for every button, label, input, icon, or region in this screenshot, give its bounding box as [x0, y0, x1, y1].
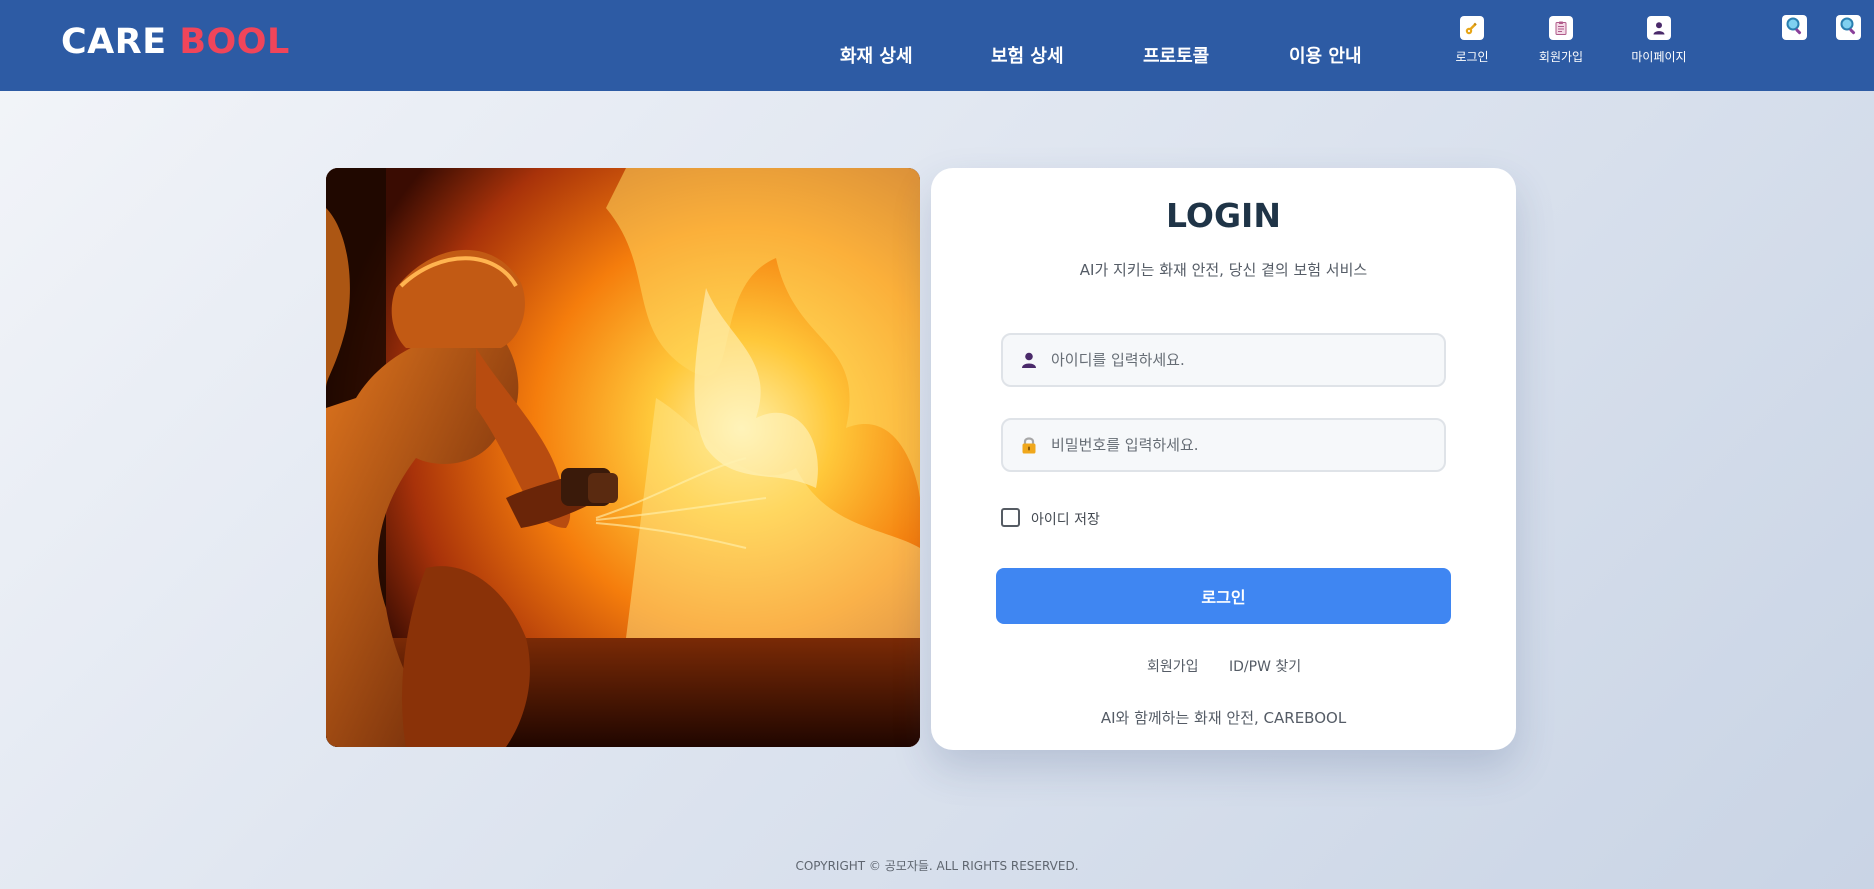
header-login-link[interactable]: 로그인 [1427, 16, 1517, 72]
user-icon [1647, 16, 1671, 40]
header-mypage-label: 마이페이지 [1631, 50, 1687, 64]
login-subtitle: AI가 지키는 화재 안전, 당신 곁의 보험 서비스 [1079, 261, 1368, 279]
magnifier-icon [1785, 16, 1805, 40]
nav-protocol[interactable]: 프로토콜 [1143, 42, 1209, 68]
nav-insurance-details[interactable]: 보험 상세 [991, 42, 1064, 68]
site-logo[interactable]: CARE BOOL [61, 22, 290, 62]
lock-icon [1019, 435, 1039, 455]
header-login-label: 로그인 [1455, 50, 1489, 64]
login-title: LOGIN [1166, 196, 1281, 235]
header-signup-link[interactable]: 회원가입 [1516, 16, 1606, 72]
firefighter-illustration [326, 168, 920, 747]
top-header: CARE BOOL 화재 상세 보험 상세 프로토콜 이용 안내 로그인 회원가… [0, 0, 1874, 91]
search-button-secondary[interactable] [1836, 15, 1861, 40]
login-tagline: AI와 함께하는 화재 안전, CAREBOOL [1100, 709, 1347, 727]
header-mypage-link[interactable]: 마이페이지 [1614, 16, 1704, 72]
nav-usage-guide[interactable]: 이용 안내 [1289, 42, 1362, 68]
key-icon [1460, 16, 1484, 40]
find-id-pw-link[interactable]: ID/PW 찾기 [1229, 656, 1301, 676]
firefighter-hero-image [326, 168, 920, 747]
logo-text-bool: BOOL [179, 22, 290, 62]
remember-id-label[interactable]: 아이디 저장 [1031, 509, 1100, 529]
id-field [1001, 333, 1446, 387]
clipboard-icon [1549, 16, 1573, 40]
user-icon [1019, 350, 1039, 370]
nav-fire-details[interactable]: 화재 상세 [840, 42, 913, 68]
signup-link[interactable]: 회원가입 [1147, 656, 1199, 676]
password-input[interactable] [1051, 420, 1431, 470]
magnifier-icon [1839, 16, 1859, 40]
copyright-footer: COPYRIGHT © 공모자들. ALL RIGHTS RESERVED. [795, 859, 1079, 873]
login-card: LOGIN AI가 지키는 화재 안전, 당신 곁의 보험 서비스 아이디 저장… [931, 168, 1516, 750]
id-input[interactable] [1051, 335, 1431, 385]
password-field [1001, 418, 1446, 472]
remember-id-checkbox[interactable] [1001, 508, 1020, 527]
login-button[interactable]: 로그인 [996, 568, 1451, 624]
logo-text-care: CARE [61, 22, 167, 62]
search-button[interactable] [1782, 15, 1807, 40]
header-signup-label: 회원가입 [1538, 50, 1584, 64]
